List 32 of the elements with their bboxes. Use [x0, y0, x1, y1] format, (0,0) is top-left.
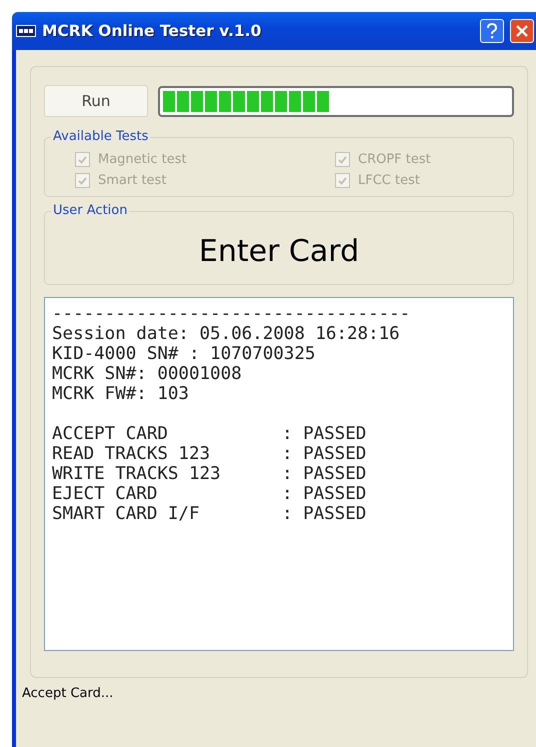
checkmark-icon: [78, 176, 87, 184]
run-button[interactable]: Run: [44, 85, 148, 117]
checkmark-icon: [338, 176, 347, 184]
log-separator: ----------------------------------: [52, 304, 410, 324]
log-line: MCRK SN#: 00001008: [52, 364, 242, 384]
log-line: MCRK FW#: 103: [52, 384, 189, 404]
test-name: EJECT CARD: [52, 484, 158, 504]
checkbox-label: Smart test: [98, 173, 166, 188]
checkbox-label: Magnetic test: [98, 152, 187, 167]
test-result: : PASSED: [282, 424, 366, 444]
checkbox-label: CROPF test: [358, 152, 431, 167]
test-name: WRITE TRACKS 123: [52, 464, 222, 484]
app-icon: [16, 25, 36, 37]
help-button[interactable]: [480, 19, 504, 43]
test-result: : PASSED: [282, 464, 366, 484]
log-line: KID-4000 SN# : 1070700325: [52, 344, 316, 364]
test-result: : PASSED: [282, 484, 366, 504]
checkmark-icon: [78, 156, 87, 164]
checkmark-icon: [338, 156, 347, 164]
test-result: : PASSED: [282, 504, 366, 524]
close-button[interactable]: [510, 19, 534, 43]
checkbox-label: LFCC test: [358, 173, 420, 188]
test-name: READ TRACKS 123: [52, 444, 212, 464]
test-result: : PASSED: [282, 444, 366, 464]
log-line: Session date: 05.06.2008 16:28:16: [52, 324, 400, 344]
close-icon: [515, 24, 529, 38]
test-name: ACCEPT CARD: [52, 424, 169, 444]
status-text: Accept Card...: [21, 685, 114, 701]
help-icon: [486, 23, 498, 39]
test-name: SMART CARD I/F: [52, 504, 201, 524]
window-title: MCRK Online Tester v.1.0: [42, 22, 262, 40]
user-action-message: Enter Card: [198, 232, 360, 268]
